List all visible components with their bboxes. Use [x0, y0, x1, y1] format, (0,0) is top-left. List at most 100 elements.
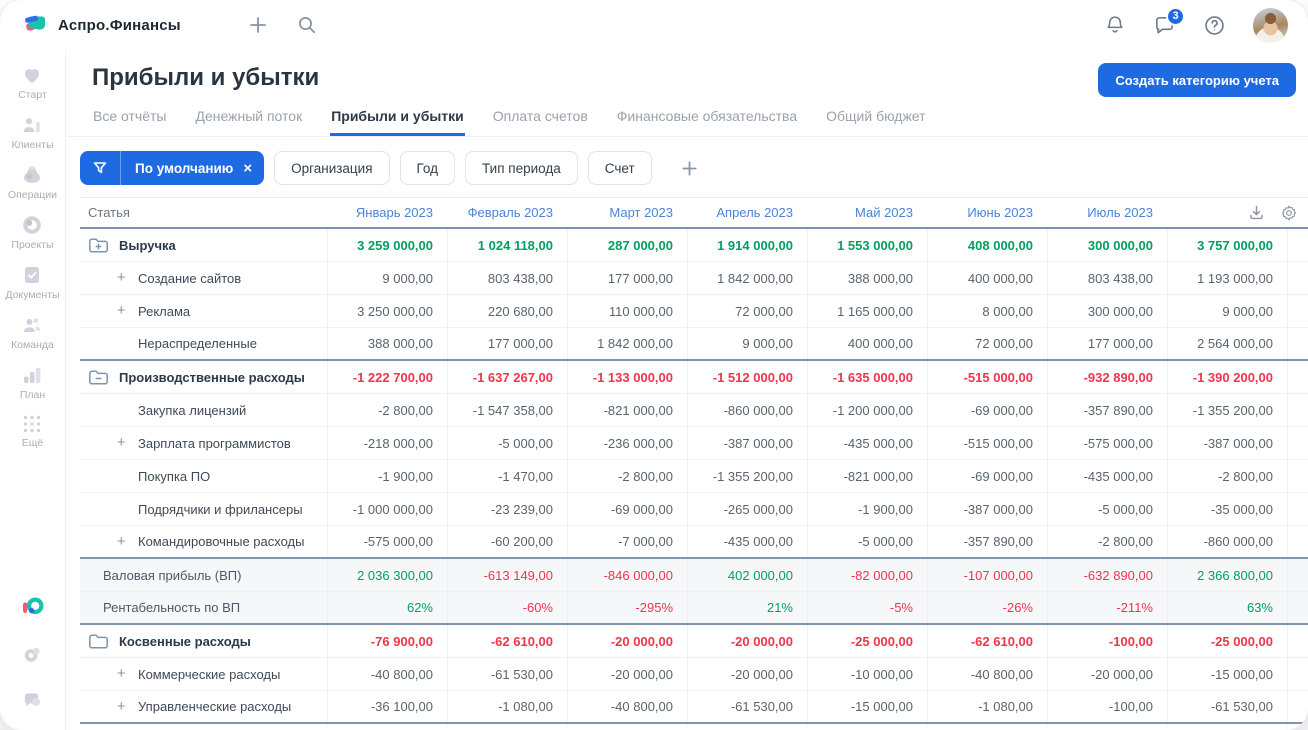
expand-plus-icon[interactable]: +: [117, 270, 138, 286]
cell-value: -76 900,00: [327, 625, 447, 657]
cell-value: -1 133 000,00: [567, 361, 687, 393]
cell-value: 8 000,00: [927, 295, 1047, 327]
row-label-cell[interactable]: Подрядчики и фрилансеры: [80, 493, 327, 525]
cell-value: 400 000,00: [927, 262, 1047, 294]
row-label-cell[interactable]: Производственные расходы: [80, 361, 327, 393]
app-logo[interactable]: Аспро.Финансы: [22, 12, 181, 39]
filter-chip[interactable]: Год: [399, 151, 456, 185]
filter-chip[interactable]: Организация: [274, 151, 390, 185]
table-row: Покупка ПО -1 900,00 -1 470,00 -2 800,00 -1 …: [80, 460, 1308, 493]
messages-chat-icon[interactable]: 3: [1153, 6, 1185, 37]
clipped-column-sliver: [1287, 229, 1308, 261]
table-row: Подрядчики и фрилансеры -1 000 000,00 -23 …: [80, 493, 1308, 526]
table-settings-gear-icon[interactable]: [1280, 204, 1298, 222]
folder-plus-icon[interactable]: [88, 237, 109, 254]
sidebar-item-start[interactable]: Старт: [5, 63, 59, 101]
app-mini-logo[interactable]: [20, 594, 46, 620]
sidebar-item-clients[interactable]: Клиенты: [5, 113, 59, 151]
cell-value: -40 800,00: [927, 658, 1047, 690]
user-avatar[interactable]: [1253, 7, 1288, 43]
sidebar-item-label: Ещё: [21, 437, 44, 449]
tab-5[interactable]: Финансовые обязательства: [616, 104, 798, 136]
table-row: Валовая прибыль (ВП) 2 036 300,00 -613 149…: [80, 559, 1308, 592]
row-label-cell[interactable]: Покупка ПО: [80, 460, 327, 492]
sidebar-item-label: Проекты: [11, 239, 54, 251]
cell-value: -35 000,00: [1167, 493, 1287, 525]
sidebar-item-label: Операции: [7, 189, 58, 201]
cell-value: 177 000,00: [567, 262, 687, 294]
cell-value: -100,00: [1047, 691, 1167, 722]
column-header-month[interactable]: Апрель 2023: [687, 198, 807, 227]
sidebar-item-team[interactable]: Команда: [5, 313, 59, 351]
row-label: Выручка: [119, 237, 176, 253]
expand-plus-icon[interactable]: +: [117, 699, 138, 715]
filter-chip[interactable]: Тип периода: [465, 151, 578, 185]
app-logo-icon: [22, 12, 49, 39]
row-label-cell[interactable]: + Зарплата программистов: [80, 427, 327, 459]
clients-icon: [20, 113, 44, 137]
column-header-month[interactable]: Май 2023: [807, 198, 927, 227]
cell-value: -40 800,00: [327, 658, 447, 690]
documents-icon: [20, 263, 44, 287]
column-header-month[interactable]: Июнь 2023: [927, 198, 1047, 227]
filter-chip[interactable]: Счет: [587, 151, 652, 185]
search-icon[interactable]: [297, 15, 317, 35]
row-label-cell[interactable]: + Управленческие расходы: [80, 691, 327, 722]
cell-value: -20 000,00: [687, 625, 807, 657]
topbar: Аспро.Финансы 3: [0, 0, 1308, 50]
column-header-month[interactable]: Февраль 2023: [447, 198, 567, 227]
team-icon: [20, 313, 44, 337]
tab-4[interactable]: Оплата счетов: [492, 104, 589, 136]
download-icon[interactable]: [1248, 204, 1265, 221]
create-category-button[interactable]: Создать категорию учета: [1098, 63, 1296, 97]
tab-6[interactable]: Общий бюджет: [825, 104, 926, 136]
help-icon[interactable]: [1203, 14, 1226, 37]
settings-gear-icon[interactable]: [21, 643, 44, 666]
cell-value: -61 530,00: [687, 691, 807, 722]
filter-bar: По умолчанию × Организация Год Тип периода…: [66, 137, 1308, 197]
row-label-cell[interactable]: Закупка лицензий: [80, 394, 327, 426]
row-label-cell[interactable]: Выручка: [80, 229, 327, 261]
create-plus-icon[interactable]: [247, 14, 269, 36]
tab-2[interactable]: Денежный поток: [194, 104, 303, 136]
folder-icon[interactable]: [88, 633, 109, 650]
tab-1[interactable]: Все отчёты: [92, 104, 167, 136]
sidebar-item-projects[interactable]: Проекты: [5, 213, 59, 251]
column-header-month[interactable]: Март 2023: [567, 198, 687, 227]
row-label-cell[interactable]: Косвенные расходы: [80, 625, 327, 657]
folder-minus-icon[interactable]: [88, 369, 109, 386]
cell-value: -36 100,00: [327, 691, 447, 722]
cell-value: -1 470,00: [447, 460, 567, 492]
sidebar-item-operations[interactable]: Операции: [5, 163, 59, 201]
clear-filter-icon[interactable]: ×: [240, 151, 264, 185]
cell-value: 177 000,00: [447, 328, 567, 359]
sidebar-item-label: Документы: [5, 289, 60, 301]
active-filter-pill[interactable]: По умолчанию ×: [80, 151, 265, 185]
column-header-month[interactable]: Июль 2023: [1047, 198, 1167, 227]
operations-icon: [20, 163, 44, 187]
column-header-month[interactable]: Январь 2023: [327, 198, 447, 227]
expand-plus-icon[interactable]: +: [117, 435, 138, 451]
tab-3[interactable]: Прибыли и убытки: [330, 104, 465, 136]
expand-plus-icon[interactable]: +: [117, 666, 138, 682]
sidebar-item-more[interactable]: Ещё: [5, 413, 59, 449]
expand-plus-icon[interactable]: +: [117, 303, 138, 319]
row-label-cell[interactable]: + Командировочные расходы: [80, 526, 327, 557]
row-label-cell[interactable]: + Создание сайтов: [80, 262, 327, 294]
clipped-column-sliver: [1287, 592, 1308, 623]
clipped-column-sliver: [1287, 262, 1308, 294]
row-label-cell[interactable]: + Реклама: [80, 295, 327, 327]
row-label-cell[interactable]: Нераспределенные: [80, 328, 327, 359]
cell-value: -15 000,00: [807, 691, 927, 722]
expand-plus-icon[interactable]: +: [117, 534, 138, 550]
sidebar-item-documents[interactable]: Документы: [5, 263, 60, 301]
cell-value: 72 000,00: [927, 328, 1047, 359]
feedback-chat-icon[interactable]: [21, 689, 44, 712]
add-filter-icon[interactable]: [679, 158, 700, 179]
sidebar-item-plan[interactable]: План: [5, 363, 59, 401]
cell-value: -107 000,00: [927, 559, 1047, 591]
cell-value: -62 610,00: [447, 625, 567, 657]
row-label-cell[interactable]: + Коммерческие расходы: [80, 658, 327, 690]
notifications-bell-icon[interactable]: [1104, 14, 1126, 36]
cell-value: -1 900,00: [327, 460, 447, 492]
